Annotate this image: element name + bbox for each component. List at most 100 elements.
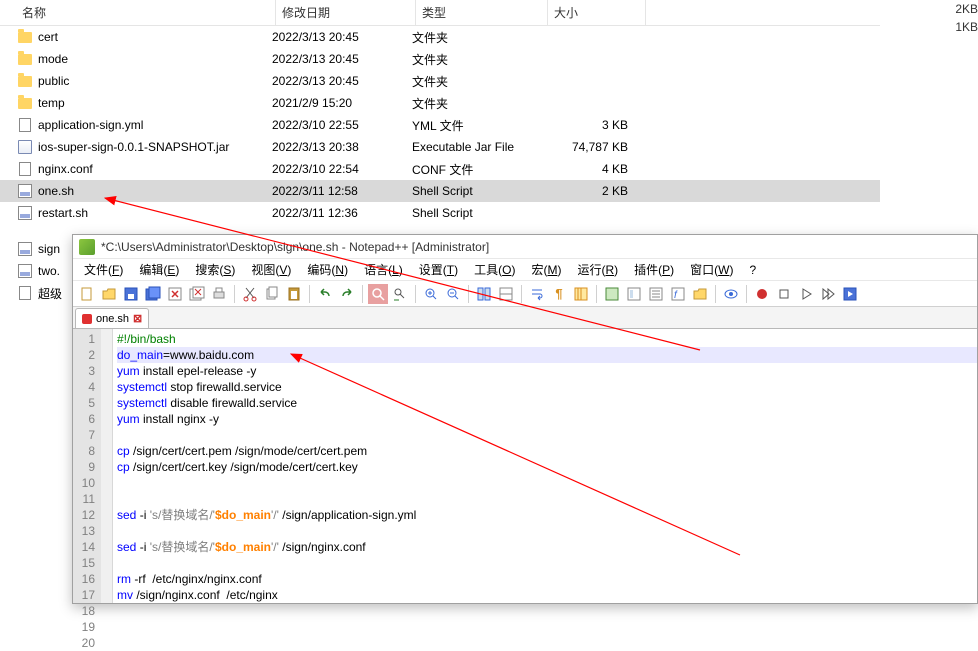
redo-button[interactable]: [337, 284, 357, 304]
open-file-button[interactable]: [99, 284, 119, 304]
line-number: 1: [73, 331, 95, 347]
header-type[interactable]: 类型: [416, 0, 548, 25]
file-date: 2022/3/13 20:45: [272, 52, 412, 66]
code-line[interactable]: [117, 427, 977, 443]
menu-item[interactable]: 编码(N): [300, 259, 355, 280]
menu-item[interactable]: 窗口(W): [683, 259, 740, 280]
sync-h-button[interactable]: [496, 284, 516, 304]
code-line[interactable]: rm -rf /etc/nginx/nginx.conf: [117, 571, 977, 587]
monitoring-button[interactable]: [721, 284, 741, 304]
folder-workspace-button[interactable]: [690, 284, 710, 304]
menu-item[interactable]: 运行(R): [570, 259, 625, 280]
print-button[interactable]: [209, 284, 229, 304]
sh-icon: [16, 183, 34, 199]
code-line[interactable]: cp /sign/cert/cert.key /sign/mode/cert/c…: [117, 459, 977, 475]
code-view[interactable]: #!/bin/bashdo_main=www.baidu.comyum inst…: [113, 329, 977, 603]
show-all-chars-button[interactable]: ¶: [549, 284, 569, 304]
file-row[interactable]: restart.sh2022/3/11 12:36Shell Script: [0, 202, 880, 224]
wordwrap-button[interactable]: [527, 284, 547, 304]
code-line[interactable]: yum install epel-release -y: [117, 363, 977, 379]
file-row[interactable]: cert2022/3/13 20:45文件夹: [0, 26, 880, 48]
save-button[interactable]: [121, 284, 141, 304]
line-number: 6: [73, 411, 95, 427]
file-row-partial[interactable]: 超级: [16, 282, 62, 304]
file-row-partial[interactable]: sign: [16, 238, 62, 260]
code-line[interactable]: sed -i 's/替换域名/'$do_main'/' /sign/nginx.…: [117, 539, 977, 555]
file-name: restart.sh: [38, 206, 88, 220]
titlebar[interactable]: *C:\Users\Administrator\Desktop\sign\one…: [73, 235, 977, 259]
app-icon: [79, 239, 95, 255]
code-line[interactable]: mv /sign/nginx.conf /etc/nginx: [117, 587, 977, 603]
menu-item[interactable]: ?: [742, 261, 763, 279]
doc-list-button[interactable]: [646, 284, 666, 304]
stop-macro-button[interactable]: [774, 284, 794, 304]
play-macro-button[interactable]: [796, 284, 816, 304]
file-row[interactable]: ios-super-sign-0.0.1-SNAPSHOT.jar2022/3/…: [0, 136, 880, 158]
right-panel-sizes: 2KB 1KB: [928, 2, 978, 38]
file-row[interactable]: application-sign.yml2022/3/10 22:55YML 文…: [0, 114, 880, 136]
code-line[interactable]: cp /sign/cert/cert.pem /sign/mode/cert/c…: [117, 443, 977, 459]
indent-guide-button[interactable]: [571, 284, 591, 304]
header-name[interactable]: 名称: [0, 0, 276, 25]
file-type: CONF 文件: [412, 161, 544, 178]
editor-area[interactable]: 1234567891011121314151617181920 #!/bin/b…: [73, 329, 977, 603]
doc-map-button[interactable]: [624, 284, 644, 304]
file-row[interactable]: public2022/3/13 20:45文件夹: [0, 70, 880, 92]
code-line[interactable]: [117, 555, 977, 571]
code-line[interactable]: sed -i 's/替换域名/'$do_main'/' /sign/applic…: [117, 507, 977, 523]
find-button[interactable]: [368, 284, 388, 304]
menu-item[interactable]: 宏(M): [524, 259, 568, 280]
code-line[interactable]: systemctl stop firewalld.service: [117, 379, 977, 395]
code-line[interactable]: [117, 491, 977, 507]
menu-item[interactable]: 插件(P): [627, 259, 681, 280]
code-line[interactable]: #!/bin/bash: [117, 331, 977, 347]
line-number: 8: [73, 443, 95, 459]
file-row-partial[interactable]: two.: [16, 260, 62, 282]
close-button[interactable]: [165, 284, 185, 304]
menu-item[interactable]: 编辑(E): [132, 259, 186, 280]
menu-item[interactable]: 设置(T): [412, 259, 465, 280]
tab-one-sh[interactable]: one.sh ⊠: [75, 308, 149, 328]
file-row[interactable]: nginx.conf2022/3/10 22:54CONF 文件4 KB: [0, 158, 880, 180]
file-size: 4 KB: [544, 162, 634, 176]
header-date[interactable]: 修改日期: [276, 0, 416, 25]
func-list-button[interactable]: f: [668, 284, 688, 304]
line-number: 9: [73, 459, 95, 475]
file-row[interactable]: one.sh2022/3/11 12:58Shell Script2 KB: [0, 180, 880, 202]
paste-button[interactable]: [284, 284, 304, 304]
zoom-in-button[interactable]: [421, 284, 441, 304]
save-all-button[interactable]: [143, 284, 163, 304]
code-line[interactable]: yum install nginx -y: [117, 411, 977, 427]
menu-item[interactable]: 工具(O): [467, 259, 522, 280]
record-macro-button[interactable]: [752, 284, 772, 304]
code-line[interactable]: [117, 523, 977, 539]
replace-button[interactable]: [390, 284, 410, 304]
lang-user-button[interactable]: [602, 284, 622, 304]
code-line[interactable]: [117, 475, 977, 491]
close-all-button[interactable]: [187, 284, 207, 304]
undo-button[interactable]: [315, 284, 335, 304]
file-date: 2022/3/13 20:45: [272, 30, 412, 44]
play-multi-button[interactable]: [818, 284, 838, 304]
new-file-button[interactable]: [77, 284, 97, 304]
zoom-out-button[interactable]: [443, 284, 463, 304]
code-line[interactable]: systemctl disable firewalld.service: [117, 395, 977, 411]
code-line[interactable]: do_main=www.baidu.com: [117, 347, 977, 363]
tab-close-icon[interactable]: ⊠: [133, 312, 142, 325]
menu-item[interactable]: 视图(V): [244, 259, 298, 280]
menu-item[interactable]: 语言(L): [357, 259, 410, 280]
menu-item[interactable]: 文件(F): [77, 259, 130, 280]
file-name: application-sign.yml: [38, 118, 143, 132]
file-date: 2022/3/11 12:36: [272, 206, 412, 220]
file-name: nginx.conf: [38, 162, 93, 176]
line-number: 2: [73, 347, 95, 363]
sync-v-button[interactable]: [474, 284, 494, 304]
cut-button[interactable]: [240, 284, 260, 304]
save-macro-button[interactable]: [840, 284, 860, 304]
file-row[interactable]: mode2022/3/13 20:45文件夹: [0, 48, 880, 70]
jar-icon: [16, 139, 34, 155]
header-size[interactable]: 大小: [548, 0, 646, 25]
file-row[interactable]: temp2021/2/9 15:20文件夹: [0, 92, 880, 114]
menu-item[interactable]: 搜索(S): [188, 259, 242, 280]
copy-button[interactable]: [262, 284, 282, 304]
